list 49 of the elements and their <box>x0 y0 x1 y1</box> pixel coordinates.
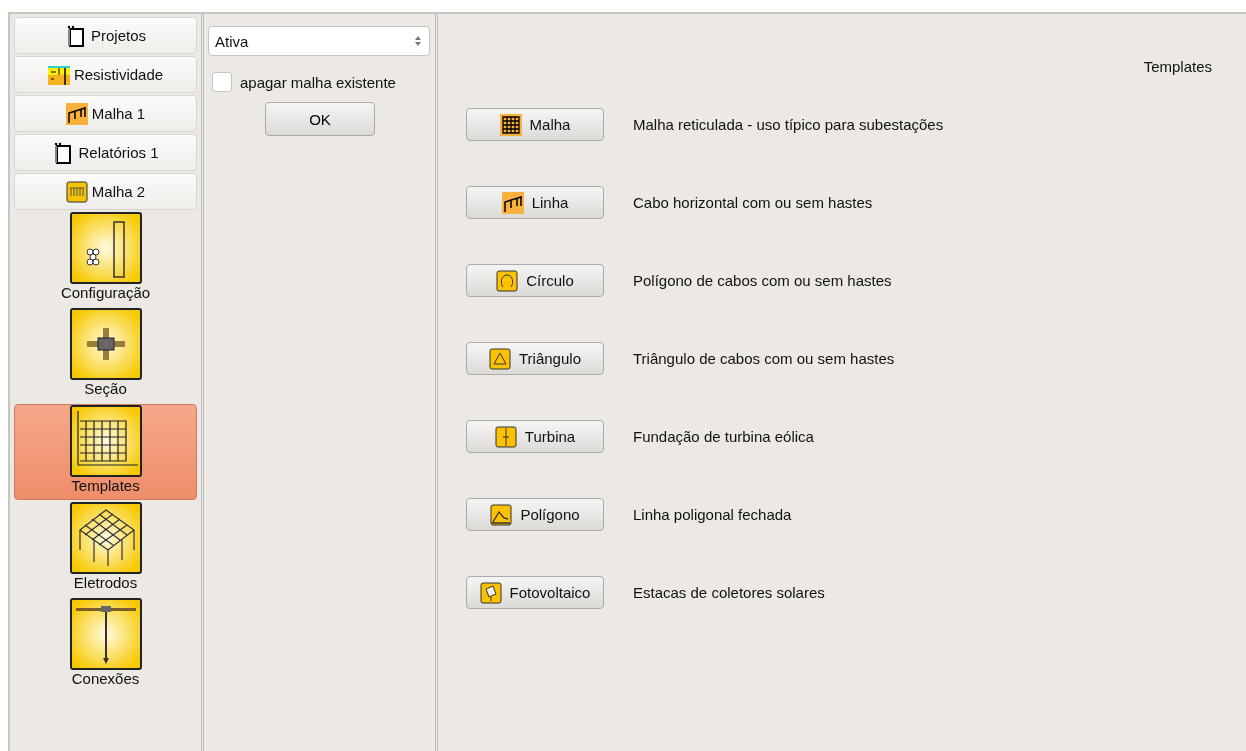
template-description: Linha poligonal fechada <box>633 506 792 523</box>
document-icon <box>65 24 87 47</box>
status-dropdown[interactable]: Ativa <box>208 26 430 56</box>
template-button[interactable]: Malha <box>466 108 604 141</box>
cross-icon <box>69 308 142 380</box>
polygon-icon <box>490 503 513 526</box>
item-label: Configuração <box>60 284 151 302</box>
rods-icon <box>69 212 142 284</box>
cable-icon <box>501 191 524 214</box>
item-label: Eletrodos <box>73 574 138 592</box>
sidebar-button[interactable]: Projetos <box>14 17 197 54</box>
panel-title: Templates <box>1143 58 1212 75</box>
grid-icon <box>69 405 142 477</box>
template-description: Malha reticulada - uso típico para subestações <box>633 116 944 133</box>
template-description: Fundação de turbina eólica <box>633 428 814 445</box>
ok-button[interactable]: OK <box>265 102 375 136</box>
checkbox[interactable] <box>212 72 232 92</box>
template-button[interactable]: Linha <box>466 186 604 219</box>
grid-icon <box>499 113 522 136</box>
template-description: Polígono de cabos com ou sem hastes <box>633 272 892 289</box>
template-description: Triângulo de cabos com ou sem hastes <box>633 350 895 367</box>
spinner-icon <box>413 34 423 48</box>
template-description: Estacas de coletores solares <box>633 584 825 601</box>
turbine-icon <box>494 425 517 448</box>
template-button[interactable]: Fotovoltaico <box>466 576 604 609</box>
item-label: Seção <box>84 380 127 398</box>
item-label: Templates <box>71 477 140 495</box>
sidebar-button[interactable]: Relatórios 1 <box>14 134 197 171</box>
layers-icon <box>47 63 70 86</box>
template-button[interactable]: Triângulo <box>466 342 604 375</box>
template-button[interactable]: Círculo <box>466 264 604 297</box>
checkbox-label: apagar malha existente <box>240 73 396 91</box>
sidebar-item[interactable]: Templates <box>14 404 197 500</box>
grid-icon <box>65 180 88 203</box>
sidebar-button[interactable]: Resistividade <box>14 56 197 93</box>
panel-icon <box>479 581 502 604</box>
item-label: Conexões <box>71 670 140 688</box>
sidebar-item[interactable]: Configuração <box>14 212 197 306</box>
sidebar-item[interactable]: Conexões <box>14 598 197 692</box>
sidebar-button[interactable]: Malha 1 <box>14 95 197 132</box>
sidebar-item[interactable]: Seção <box>14 308 197 402</box>
template-button[interactable]: Turbina <box>466 420 604 453</box>
sidebar-item[interactable]: Eletrodos <box>14 502 197 596</box>
template-button[interactable]: Polígono <box>466 498 604 531</box>
rod-icon <box>69 598 142 670</box>
mesh-icon <box>69 502 142 574</box>
sidebar-button[interactable]: Malha 2 <box>14 173 197 210</box>
template-description: Cabo horizontal com ou sem hastes <box>633 194 873 211</box>
cable-icon <box>65 102 88 125</box>
